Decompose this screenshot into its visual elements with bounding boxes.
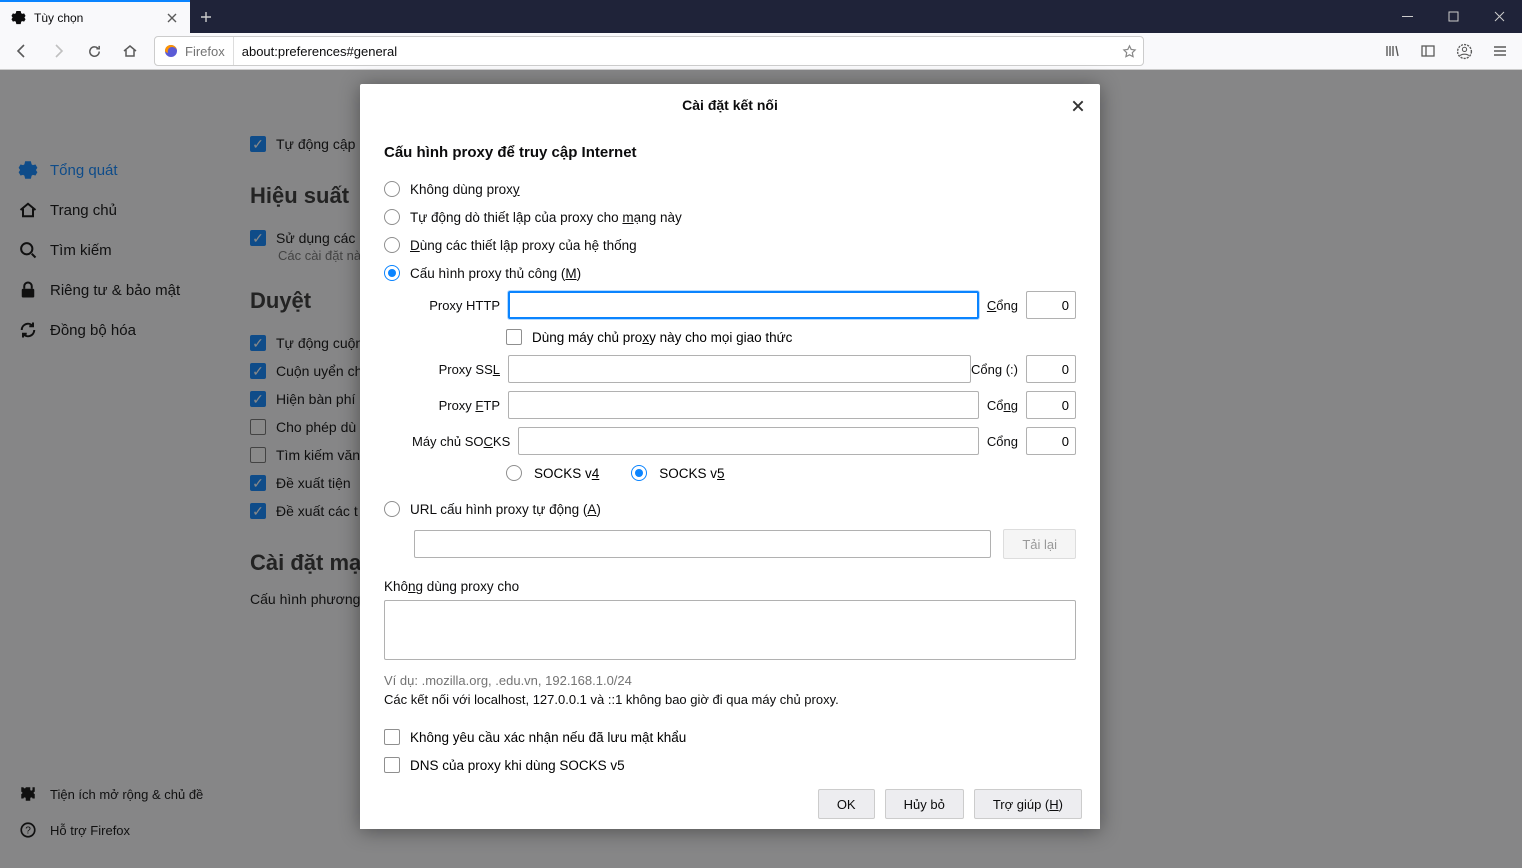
navigation-toolbar: Firefox [0, 33, 1522, 70]
ssl-port-label: Cổng (:) [971, 362, 1018, 377]
url-bar[interactable]: Firefox [154, 36, 1144, 66]
radio-icon [384, 181, 400, 197]
dialog-header: Cài đặt kết nối [360, 84, 1100, 126]
use-for-all-checkbox[interactable]: Dùng máy chủ proxy này cho mọi giao thức [384, 323, 1076, 351]
ssl-proxy-input[interactable] [508, 355, 971, 383]
radio-icon [384, 501, 400, 517]
tab-strip: Tùy chọn [0, 0, 222, 33]
proxy-section-title: Cấu hình proxy để truy cập Internet [384, 144, 1076, 161]
library-icon[interactable] [1376, 35, 1408, 67]
localhost-hint: Các kết nối với localhost, 127.0.0.1 và … [384, 692, 1076, 707]
radio-socks4[interactable] [506, 465, 522, 481]
socks-proxy-input[interactable] [518, 427, 979, 455]
radio-icon [384, 209, 400, 225]
radio-system-proxy[interactable]: Dùng các thiết lập proxy của hệ thống [384, 231, 1076, 259]
checkbox-icon [384, 729, 400, 745]
dialog-title: Cài đặt kết nối [682, 97, 778, 113]
socks-proxy-label: Máy chủ SOCKS [412, 434, 510, 449]
radio-checked-icon [384, 265, 400, 281]
reload-button[interactable] [78, 35, 110, 67]
firefox-icon [163, 43, 179, 59]
http-proxy-row: Proxy HTTP Cổng [412, 287, 1076, 323]
ftp-proxy-label: Proxy FTP [412, 398, 500, 413]
close-window-button[interactable] [1476, 0, 1522, 33]
close-icon[interactable] [164, 10, 180, 26]
example-hint: Ví dụ: .mozilla.org, .edu.vn, 192.168.1.… [384, 673, 1076, 688]
ssl-proxy-label: Proxy SSL [412, 362, 500, 377]
http-proxy-label: Proxy HTTP [412, 298, 500, 313]
maximize-button[interactable] [1430, 0, 1476, 33]
profile-icon[interactable] [1448, 35, 1480, 67]
sidebar-icon[interactable] [1412, 35, 1444, 67]
minimize-button[interactable] [1384, 0, 1430, 33]
url-input[interactable] [234, 44, 1115, 59]
radio-socks5[interactable] [631, 465, 647, 481]
close-icon[interactable] [1066, 94, 1090, 118]
socks-port-label: Cổng [987, 434, 1018, 449]
no-proxy-textarea[interactable] [384, 600, 1076, 660]
dialog-body: Cấu hình proxy để truy cập Internet Khôn… [360, 126, 1100, 779]
checkbox-icon [384, 757, 400, 773]
ssl-proxy-row: Proxy SSL Cổng (:) [412, 351, 1076, 387]
no-proxy-label: Không dùng proxy cho [384, 579, 1076, 594]
radio-icon [384, 237, 400, 253]
auto-url-input[interactable] [414, 530, 991, 558]
socks-proxy-row: Máy chủ SOCKS Cổng [412, 423, 1076, 459]
dialog-footer: OK Hủy bỏ Trợ giúp (H) [360, 779, 1100, 829]
http-proxy-input[interactable] [508, 291, 979, 319]
radio-manual-proxy[interactable]: Cấu hình proxy thủ công (M) [384, 259, 1076, 287]
home-button[interactable] [114, 35, 146, 67]
identity-label: Firefox [185, 44, 225, 59]
help-button[interactable]: Trợ giúp (H) [974, 789, 1082, 819]
ok-button[interactable]: OK [818, 789, 875, 819]
radio-auto-url[interactable]: URL cấu hình proxy tự động (A) [384, 495, 1076, 523]
radio-no-proxy[interactable]: Không dùng proxy [384, 175, 1076, 203]
no-prompt-checkbox[interactable]: Không yêu cầu xác nhận nếu đã lưu mật kh… [384, 723, 1076, 751]
content-area: Tổng quát Trang chủ Tìm kiếm Riêng tư & … [0, 70, 1522, 868]
cancel-button[interactable]: Hủy bỏ [885, 789, 964, 819]
identity-box[interactable]: Firefox [155, 37, 234, 65]
ftp-port-input[interactable] [1026, 391, 1076, 419]
reload-button[interactable]: Tải lại [1003, 529, 1076, 559]
bookmark-star-icon[interactable] [1115, 44, 1143, 59]
http-port-input[interactable] [1026, 291, 1076, 319]
ftp-proxy-input[interactable] [508, 391, 979, 419]
new-tab-button[interactable] [190, 0, 222, 33]
ssl-port-input[interactable] [1026, 355, 1076, 383]
connection-settings-dialog: Cài đặt kết nối Cấu hình proxy để truy c… [360, 84, 1100, 829]
auto-url-row: Tải lại [384, 523, 1076, 565]
ftp-proxy-row: Proxy FTP Cổng [412, 387, 1076, 423]
gear-icon [10, 10, 26, 26]
socks-port-input[interactable] [1026, 427, 1076, 455]
http-port-label: Cổng [987, 298, 1018, 313]
window-controls [1384, 0, 1522, 33]
window-titlebar: Tùy chọn [0, 0, 1522, 33]
back-button[interactable] [6, 35, 38, 67]
tab-title: Tùy chọn [34, 11, 156, 25]
ftp-port-label: Cổng [987, 398, 1018, 413]
forward-button[interactable] [42, 35, 74, 67]
radio-auto-detect[interactable]: Tự động dò thiết lập của proxy cho mạng … [384, 203, 1076, 231]
menu-icon[interactable] [1484, 35, 1516, 67]
dns-socks-checkbox[interactable]: DNS của proxy khi dùng SOCKS v5 [384, 751, 1076, 779]
checkbox-icon [506, 329, 522, 345]
socks-version-row: SOCKS v4 SOCKS v5 [384, 459, 1076, 487]
tab-preferences[interactable]: Tùy chọn [0, 0, 190, 33]
